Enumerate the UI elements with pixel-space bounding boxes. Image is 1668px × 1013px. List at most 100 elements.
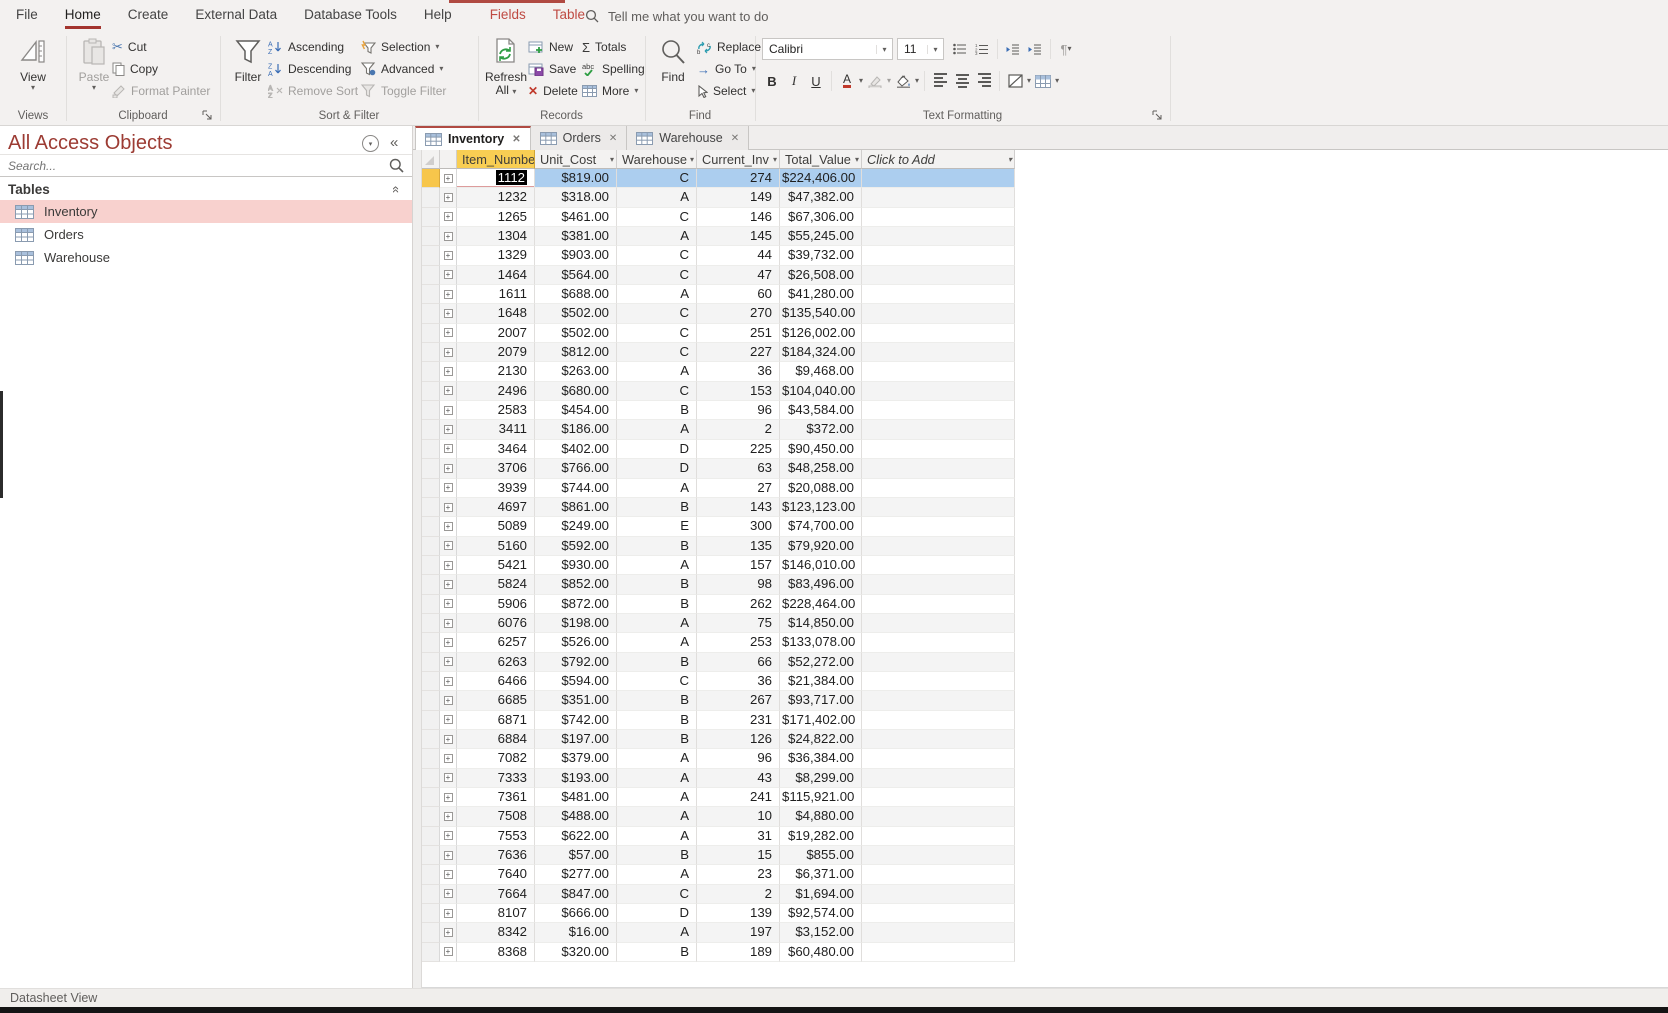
cell[interactable]: 36 bbox=[697, 362, 780, 382]
cell[interactable]: $123,123.00 bbox=[780, 497, 862, 518]
cell[interactable]: 7553 bbox=[457, 826, 535, 847]
cell[interactable]: B bbox=[617, 536, 697, 556]
cell[interactable]: 7508 bbox=[457, 807, 535, 827]
cell[interactable]: A bbox=[617, 188, 697, 208]
cell[interactable]: 7082 bbox=[457, 749, 535, 769]
font-size-combo[interactable]: 11 ▾ bbox=[897, 38, 944, 60]
cell[interactable]: 3706 bbox=[457, 459, 535, 479]
cell[interactable]: $228,464.00 bbox=[780, 594, 862, 614]
cell[interactable]: 98 bbox=[697, 575, 780, 595]
expand-row-button[interactable] bbox=[443, 270, 453, 280]
row-selector[interactable] bbox=[422, 884, 440, 905]
cell[interactable]: 149 bbox=[697, 188, 780, 208]
cell[interactable]: $20,088.00 bbox=[780, 478, 862, 498]
format-painter-button[interactable]: Format Painter bbox=[112, 80, 210, 102]
cell[interactable]: $186.00 bbox=[535, 420, 617, 440]
cell[interactable]: $90,450.00 bbox=[780, 439, 862, 460]
row-selector[interactable] bbox=[422, 459, 440, 479]
cell[interactable]: 157 bbox=[697, 555, 780, 576]
cell[interactable]: $52,272.00 bbox=[780, 652, 862, 672]
expand-row-button[interactable] bbox=[443, 502, 453, 512]
expand-row-button[interactable] bbox=[443, 463, 453, 473]
cell[interactable]: A bbox=[617, 613, 697, 634]
cell[interactable]: 6884 bbox=[457, 729, 535, 750]
expand-row-button[interactable] bbox=[443, 812, 453, 822]
expand-row-button[interactable] bbox=[443, 753, 453, 763]
cell[interactable]: $277.00 bbox=[535, 865, 617, 885]
cell-click-to-add[interactable] bbox=[862, 652, 1015, 672]
cell-click-to-add[interactable] bbox=[862, 304, 1015, 324]
select-button[interactable]: Select ▾ bbox=[697, 80, 755, 102]
cell[interactable]: 5906 bbox=[457, 594, 535, 614]
numbering-button[interactable]: 123 bbox=[972, 39, 992, 59]
cell[interactable]: 8368 bbox=[457, 942, 535, 963]
expand-row-button[interactable] bbox=[443, 695, 453, 705]
cell[interactable]: $744.00 bbox=[535, 478, 617, 498]
expand-row-button[interactable] bbox=[443, 425, 453, 435]
cell[interactable]: $1,694.00 bbox=[780, 884, 862, 905]
cell[interactable]: 262 bbox=[697, 594, 780, 614]
expand-row-button[interactable] bbox=[443, 347, 453, 357]
cell[interactable]: $19,282.00 bbox=[780, 826, 862, 847]
cell[interactable]: $198.00 bbox=[535, 613, 617, 634]
cell-click-to-add[interactable] bbox=[862, 265, 1015, 286]
cell[interactable]: 7664 bbox=[457, 884, 535, 905]
advanced-button[interactable]: Advanced ▾ bbox=[360, 58, 443, 80]
cell[interactable]: 3939 bbox=[457, 478, 535, 498]
column-header-unit-cost[interactable]: Unit_Cost ▾ bbox=[535, 150, 617, 169]
cell-click-to-add[interactable] bbox=[862, 207, 1015, 228]
expand-row-button[interactable] bbox=[443, 947, 453, 957]
cell[interactable]: A bbox=[617, 633, 697, 653]
row-selector[interactable] bbox=[422, 788, 440, 808]
decrease-indent-button[interactable] bbox=[1003, 39, 1023, 59]
cell[interactable]: 7636 bbox=[457, 846, 535, 866]
row-selector[interactable] bbox=[422, 671, 440, 692]
row-selector[interactable] bbox=[422, 807, 440, 827]
expand-row-button[interactable] bbox=[443, 328, 453, 338]
cell[interactable]: 10 bbox=[697, 807, 780, 827]
cell[interactable]: A bbox=[617, 768, 697, 788]
italic-button[interactable]: I bbox=[784, 71, 804, 91]
cell[interactable]: 1232 bbox=[457, 188, 535, 208]
column-dropdown-icon[interactable]: ▾ bbox=[1006, 155, 1012, 164]
expand-row-button[interactable] bbox=[443, 483, 453, 493]
cell[interactable]: C bbox=[617, 323, 697, 344]
menu-tab-create[interactable]: Create bbox=[128, 1, 169, 29]
copy-button[interactable]: Copy bbox=[112, 58, 158, 80]
cell[interactable]: 1265 bbox=[457, 207, 535, 228]
nav-pane-menu-button[interactable]: ▾ bbox=[362, 135, 379, 152]
save-record-button[interactable]: Save bbox=[528, 58, 576, 80]
cell[interactable]: A bbox=[617, 749, 697, 769]
tab-inventory[interactable]: Inventory ✕ bbox=[415, 126, 531, 150]
cell[interactable]: 96 bbox=[697, 749, 780, 769]
cell[interactable]: 2130 bbox=[457, 362, 535, 382]
cell[interactable]: $564.00 bbox=[535, 265, 617, 286]
menu-tab-database-tools[interactable]: Database Tools bbox=[304, 1, 397, 29]
cell[interactable]: C bbox=[617, 207, 697, 228]
cell[interactable]: 146 bbox=[697, 207, 780, 228]
cell-click-to-add[interactable] bbox=[862, 575, 1015, 595]
cell[interactable]: $666.00 bbox=[535, 904, 617, 924]
cell[interactable]: $766.00 bbox=[535, 459, 617, 479]
expand-row-button[interactable] bbox=[443, 367, 453, 377]
cell-click-to-add[interactable] bbox=[862, 381, 1015, 402]
cell[interactable]: $318.00 bbox=[535, 188, 617, 208]
go-to-button[interactable]: → Go To ▾ bbox=[697, 58, 756, 80]
sidebar-item-warehouse[interactable]: Warehouse bbox=[0, 246, 412, 269]
cell[interactable]: $903.00 bbox=[535, 246, 617, 266]
expand-row-button[interactable] bbox=[443, 173, 453, 183]
expand-row-button[interactable] bbox=[443, 405, 453, 415]
cell[interactable]: 96 bbox=[697, 401, 780, 421]
cell[interactable]: A bbox=[617, 788, 697, 808]
cell[interactable]: 1464 bbox=[457, 265, 535, 286]
cell[interactable]: 1648 bbox=[457, 304, 535, 324]
cell[interactable]: $92,574.00 bbox=[780, 904, 862, 924]
cell[interactable]: 5421 bbox=[457, 555, 535, 576]
cell[interactable]: 4697 bbox=[457, 497, 535, 518]
row-selector[interactable] bbox=[422, 362, 440, 382]
row-selector[interactable] bbox=[422, 323, 440, 344]
close-icon[interactable]: ✕ bbox=[731, 133, 739, 144]
cell[interactable]: C bbox=[617, 671, 697, 692]
font-color-button[interactable]: A bbox=[837, 71, 857, 91]
paragraph-direction-button[interactable]: ¶ ▾ bbox=[1056, 39, 1076, 59]
